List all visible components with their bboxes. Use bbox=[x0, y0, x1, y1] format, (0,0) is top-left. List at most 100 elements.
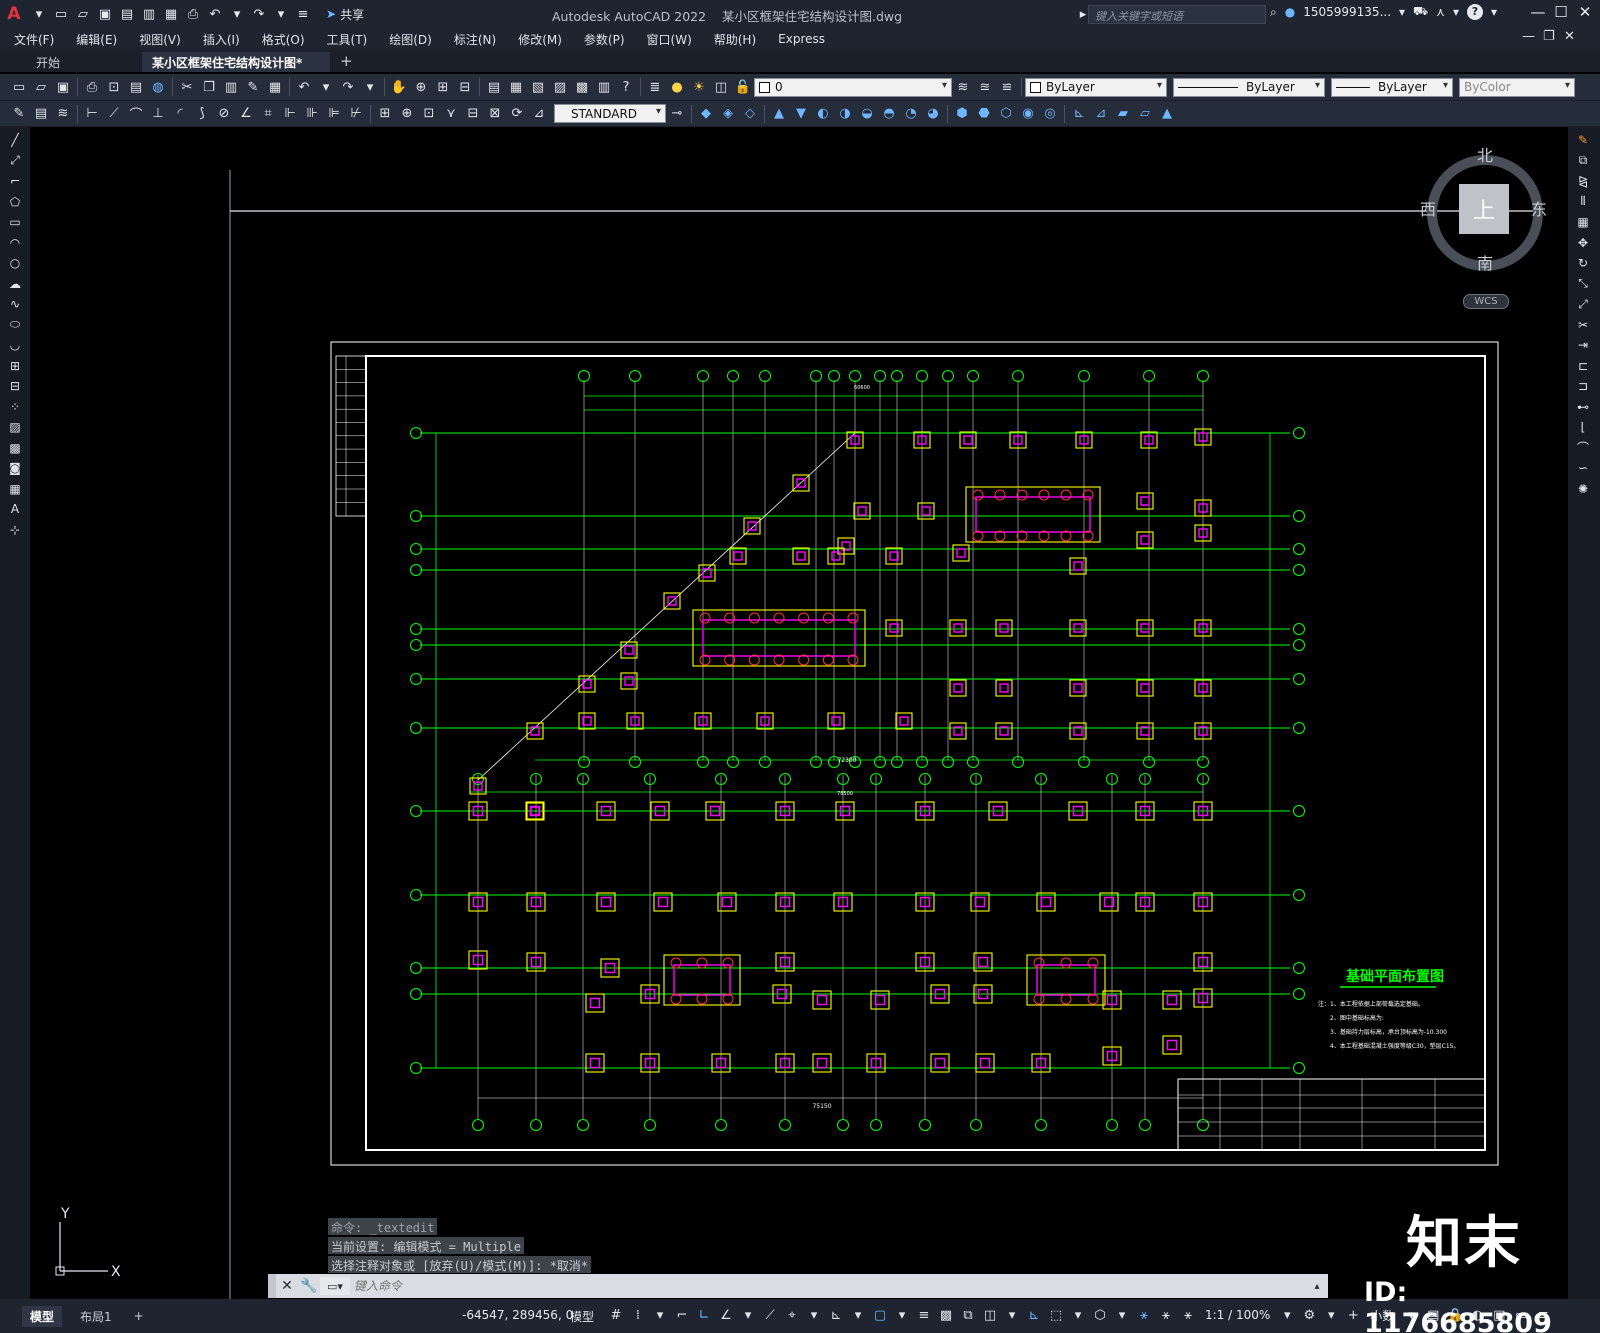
customize-command-icon[interactable]: 🔧 bbox=[298, 1275, 320, 1297]
dim-arc-icon[interactable]: ⌒ bbox=[126, 104, 146, 124]
materials-icon[interactable]: ⬣ bbox=[974, 104, 994, 124]
undo-dropdown-icon[interactable]: ▾ bbox=[316, 77, 336, 97]
view-cube-top-face[interactable]: 上 bbox=[1459, 184, 1509, 234]
menu-window[interactable]: 窗口(W) bbox=[647, 31, 692, 48]
transparency-icon[interactable]: ▩ bbox=[936, 1305, 956, 1325]
share-button[interactable]: ➤ 共享 bbox=[320, 4, 370, 24]
compass-east[interactable]: 东 bbox=[1531, 196, 1547, 220]
doc-restore-icon[interactable]: ❐ bbox=[1543, 29, 1555, 44]
menu-file[interactable]: 文件(F) bbox=[14, 31, 54, 48]
snap-icon[interactable]: ⁞ bbox=[628, 1305, 648, 1325]
blend-icon[interactable]: ∽ bbox=[1573, 458, 1593, 479]
auto-scale-icon[interactable]: ⚹ bbox=[1156, 1305, 1176, 1325]
array-icon[interactable]: ▦ bbox=[1573, 212, 1593, 233]
chamfer-icon[interactable]: ⌊ bbox=[1573, 417, 1593, 438]
dim-ordinate-icon[interactable]: ⊥ bbox=[148, 104, 168, 124]
minimize-icon[interactable]: — bbox=[1527, 3, 1549, 21]
osnap-dropdown-icon[interactable]: ▾ bbox=[848, 1305, 868, 1325]
plot-icon[interactable]: ⎙ bbox=[82, 77, 102, 97]
layer-lock-icon[interactable]: 🔓 bbox=[733, 77, 753, 97]
menu-parametric[interactable]: 参数(P) bbox=[584, 31, 625, 48]
redo-icon[interactable]: ↷ bbox=[338, 77, 358, 97]
help-icon[interactable]: ? bbox=[1466, 4, 1483, 20]
break-icon[interactable]: ⊐ bbox=[1573, 376, 1593, 397]
scale-dropdown-icon[interactable]: ▾ bbox=[1277, 1305, 1297, 1325]
layer-manager-icon[interactable]: ≣ bbox=[645, 77, 665, 97]
interfere-icon[interactable]: ◕ bbox=[923, 104, 943, 124]
plot-preview-icon[interactable]: ⊡ bbox=[104, 77, 124, 97]
help-icon[interactable]: ? bbox=[616, 77, 636, 97]
sun-icon[interactable]: ◉ bbox=[1018, 104, 1038, 124]
doc-minimize-icon[interactable]: — bbox=[1522, 29, 1535, 44]
stretch-icon[interactable]: ⤢ bbox=[1573, 294, 1593, 315]
dim-override-icon[interactable]: ⊸ bbox=[667, 104, 687, 124]
model-space-canvas[interactable]: 基础平面布置图 注：1、本工程依据上部荷载选定基础。 2、图中基础标高为: 3、… bbox=[30, 127, 1568, 1299]
close-icon[interactable]: ✕ bbox=[1574, 3, 1596, 21]
isodraft-icon[interactable]: ⟋ bbox=[760, 1305, 780, 1325]
paste-icon[interactable]: ▥ bbox=[221, 77, 241, 97]
layer-freeze-icon[interactable]: ☀ bbox=[689, 77, 709, 97]
match-properties-icon[interactable]: ✎ bbox=[243, 77, 263, 97]
command-input[interactable] bbox=[354, 1276, 1306, 1296]
polar-dropdown-icon[interactable]: ▾ bbox=[738, 1305, 758, 1325]
publish-icon[interactable]: ▤ bbox=[126, 77, 146, 97]
dim-break-icon[interactable]: ⊬ bbox=[346, 104, 366, 124]
3d-box-icon[interactable]: ◆ bbox=[696, 104, 716, 124]
menu-express[interactable]: Express bbox=[778, 32, 825, 46]
jogged-linear-icon[interactable]: ⋎ bbox=[441, 104, 461, 124]
tolerance-icon[interactable]: ⊞ bbox=[375, 104, 395, 124]
help-dropdown-icon[interactable]: ▾ bbox=[1491, 5, 1497, 19]
snap-dropdown-icon[interactable]: ▾ bbox=[650, 1305, 670, 1325]
cut-icon[interactable]: ✂ bbox=[177, 77, 197, 97]
dim-jogged-icon[interactable]: ⟆ bbox=[192, 104, 212, 124]
menu-help[interactable]: 帮助(H) bbox=[714, 31, 756, 48]
annotation-visibility-icon[interactable]: ⚹ bbox=[1134, 1305, 1154, 1325]
tab-drawing[interactable]: 某小区框架住宅结构设计图* ✕ bbox=[142, 52, 330, 85]
app-menu-chevron-icon[interactable]: ▾ bbox=[28, 3, 50, 25]
menu-dimension[interactable]: 标注(N) bbox=[454, 31, 496, 48]
menu-tools[interactable]: 工具(T) bbox=[327, 31, 368, 48]
undo-icon[interactable]: ↶ bbox=[294, 77, 314, 97]
scale-icon[interactable]: ⤡ bbox=[1573, 274, 1593, 295]
3d-subtract-icon[interactable]: ◇ bbox=[740, 104, 760, 124]
join-icon[interactable]: ⊷ bbox=[1573, 397, 1593, 418]
move-icon[interactable]: ✥ bbox=[1573, 233, 1593, 254]
region-icon[interactable]: ◙ bbox=[5, 458, 25, 479]
rotate-icon[interactable]: ↻ bbox=[1573, 253, 1593, 274]
make-block-icon[interactable]: ⊟ bbox=[5, 376, 25, 397]
recent-commands-icon[interactable]: ▭▾ bbox=[320, 1277, 350, 1295]
autodesk-app-icon[interactable]: ⋏ bbox=[1436, 5, 1445, 19]
object-snap-tracking-icon[interactable]: ⌖ bbox=[782, 1305, 802, 1325]
polar-icon[interactable]: ∠ bbox=[716, 1305, 736, 1325]
menu-draw[interactable]: 绘图(D) bbox=[389, 31, 432, 48]
ortho-icon[interactable]: ∟ bbox=[694, 1305, 714, 1325]
revcloud-icon[interactable]: ☁ bbox=[5, 274, 25, 295]
compass-south[interactable]: 南 bbox=[1477, 250, 1493, 274]
new-icon[interactable]: ▭ bbox=[9, 77, 29, 97]
menu-format[interactable]: 格式(O) bbox=[262, 31, 305, 48]
make-current-icon[interactable]: ≋ bbox=[953, 77, 973, 97]
annotation-monitor-icon[interactable]: + bbox=[1343, 1305, 1363, 1325]
explode-icon[interactable]: ✺ bbox=[1573, 479, 1593, 500]
layer-on-icon[interactable]: ● bbox=[667, 77, 687, 97]
object-snap-dropdown-icon[interactable]: ▾ bbox=[892, 1305, 912, 1325]
mirror-icon[interactable]: ⧎ bbox=[1573, 171, 1593, 192]
zoom-previous-icon[interactable]: ⊟ bbox=[455, 77, 475, 97]
point-icon[interactable]: ⁘ bbox=[5, 397, 25, 418]
save-as-icon[interactable]: ▤ bbox=[116, 3, 138, 25]
redo-dropdown-icon[interactable]: ▾ bbox=[270, 3, 292, 25]
customize-qa-icon[interactable]: ≡ bbox=[292, 3, 314, 25]
layer-viewport-icon[interactable]: ◫ bbox=[711, 77, 731, 97]
table-icon[interactable]: ▦ bbox=[5, 479, 25, 500]
offset-icon[interactable]: ⫴ bbox=[1573, 192, 1593, 213]
insert-block-icon[interactable]: ⊞ bbox=[5, 356, 25, 377]
dim-style-icon[interactable]: ⊿ bbox=[529, 104, 549, 124]
copy-object-icon[interactable]: ⧉ bbox=[1573, 151, 1593, 172]
lineweight-dropdown[interactable]: ByLayer ▾ bbox=[1331, 77, 1453, 97]
maximize-icon[interactable]: ☐ bbox=[1550, 3, 1572, 21]
copy-icon[interactable]: ❐ bbox=[199, 77, 219, 97]
ellipse-icon[interactable]: ⬭ bbox=[5, 315, 25, 336]
user-icon[interactable]: ● bbox=[1285, 5, 1295, 19]
edit-icon[interactable]: ✎ bbox=[9, 104, 29, 124]
redo-icon[interactable]: ↷ bbox=[248, 3, 270, 25]
